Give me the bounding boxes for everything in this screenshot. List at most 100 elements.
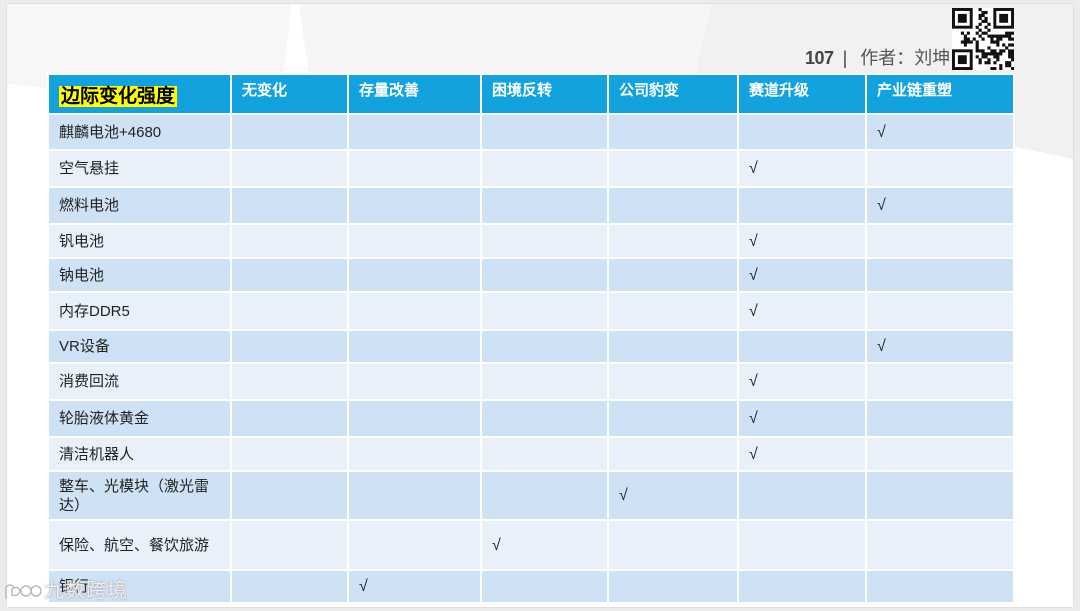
table-row: 保险、航空、餐饮旅游 √ — [47, 519, 1015, 571]
row-label: 钒电池 — [47, 223, 232, 259]
table-cell — [607, 223, 739, 259]
table-cell — [230, 149, 349, 188]
table-cell — [737, 569, 867, 604]
column-header: 存量改善 — [347, 73, 482, 115]
watermark-text: 九数跨境 — [44, 580, 128, 602]
table-cell — [607, 519, 739, 571]
table-cell — [480, 186, 609, 225]
table-cell — [737, 519, 867, 571]
page-number: 107 — [805, 48, 834, 68]
column-header: 无变化 — [230, 73, 349, 115]
checkmark-cell: √ — [737, 223, 867, 259]
table-cell — [347, 113, 482, 151]
column-header: 公司豹变 — [607, 73, 739, 115]
table-cell — [230, 399, 349, 438]
table-cell — [347, 329, 482, 364]
table-cell — [230, 257, 349, 293]
table-cell — [480, 436, 609, 472]
table-header-row: 边际变化强度 无变化 存量改善 困境反转 公司豹变 赛道升级 产业链重塑 — [47, 73, 1015, 115]
table-cell — [865, 291, 1015, 331]
table-row: 整车、光模块（激光雷达） √ — [47, 470, 1015, 521]
checkmark-cell: √ — [737, 399, 867, 438]
table-cell — [347, 186, 482, 225]
table-cell — [230, 519, 349, 571]
row-label: 清洁机器人 — [47, 436, 232, 472]
table-cell — [480, 223, 609, 259]
checkmark-cell: √ — [347, 569, 482, 604]
table-cell — [737, 329, 867, 364]
row-label: VR设备 — [47, 329, 232, 364]
table-cell — [865, 519, 1015, 571]
table-cell — [737, 113, 867, 151]
table-cell — [607, 113, 739, 151]
row-label: 轮胎液体黄金 — [47, 399, 232, 438]
page-info: 107 | 作者：刘坤 — [805, 44, 950, 70]
watermark-logo-icon — [5, 583, 42, 599]
checkmark-cell: √ — [865, 113, 1015, 151]
row-label: 保险、航空、餐饮旅游 — [47, 519, 232, 571]
table-cell — [347, 470, 482, 521]
qr-code-icon — [952, 8, 1014, 70]
table-cell — [230, 569, 349, 604]
table-row: 麒麟电池+4680 √ — [47, 113, 1015, 151]
table-cell — [480, 113, 609, 151]
table-cell — [347, 519, 482, 571]
table-row: 银行 √ — [47, 569, 1015, 604]
table-title: 边际变化强度 — [59, 85, 178, 107]
table-cell — [480, 362, 609, 401]
table-cell — [480, 569, 609, 604]
table-cell — [865, 569, 1015, 604]
checkmark-cell: √ — [865, 186, 1015, 225]
table-cell — [347, 257, 482, 293]
header-separator: | — [842, 48, 848, 68]
table-cell — [865, 470, 1015, 521]
column-header: 赛道升级 — [737, 73, 867, 115]
table-cell — [607, 186, 739, 225]
checkmark-cell: √ — [865, 329, 1015, 364]
table-cell — [230, 223, 349, 259]
table-cell — [607, 329, 739, 364]
table-cell — [737, 186, 867, 225]
table-cell — [865, 362, 1015, 401]
row-label: 整车、光模块（激光雷达） — [47, 470, 232, 521]
row-label: 钠电池 — [47, 257, 232, 293]
table-row: 钒电池 √ — [47, 223, 1015, 259]
table-cell — [230, 470, 349, 521]
checkmark-cell: √ — [480, 519, 609, 571]
table-row: 空气悬挂 √ — [47, 149, 1015, 188]
column-header: 困境反转 — [480, 73, 609, 115]
table-cell — [480, 399, 609, 438]
table-cell — [347, 149, 482, 188]
row-label: 空气悬挂 — [47, 149, 232, 188]
data-table: 边际变化强度 无变化 存量改善 困境反转 公司豹变 赛道升级 产业链重塑 麒麟电… — [47, 73, 1015, 604]
table-cell — [347, 399, 482, 438]
table-cell — [480, 329, 609, 364]
table-row: 钠电池 √ — [47, 257, 1015, 293]
row-label: 内存DDR5 — [47, 291, 232, 331]
author-label: 作者：刘坤 — [860, 48, 951, 68]
table-cell — [230, 113, 349, 151]
table-cell — [865, 223, 1015, 259]
table-row: 内存DDR5 √ — [47, 291, 1015, 331]
table-row: VR设备 √ — [47, 329, 1015, 364]
checkmark-cell: √ — [737, 436, 867, 472]
table-cell — [480, 257, 609, 293]
row-label: 麒麟电池+4680 — [47, 113, 232, 151]
table-cell — [347, 436, 482, 472]
table-cell — [480, 149, 609, 188]
table-row: 轮胎液体黄金 √ — [47, 399, 1015, 438]
table-cell — [737, 470, 867, 521]
table-cell — [480, 470, 609, 521]
table-cell — [865, 399, 1015, 438]
table-cell — [865, 436, 1015, 472]
table-cell — [230, 291, 349, 331]
table-cell — [347, 362, 482, 401]
table-cell — [865, 257, 1015, 293]
table-cell — [607, 362, 739, 401]
table-cell — [480, 291, 609, 331]
table-cell — [607, 569, 739, 604]
checkmark-cell: √ — [737, 362, 867, 401]
checkmark-cell: √ — [737, 257, 867, 293]
row-label: 燃料电池 — [47, 186, 232, 225]
table-cell — [230, 436, 349, 472]
